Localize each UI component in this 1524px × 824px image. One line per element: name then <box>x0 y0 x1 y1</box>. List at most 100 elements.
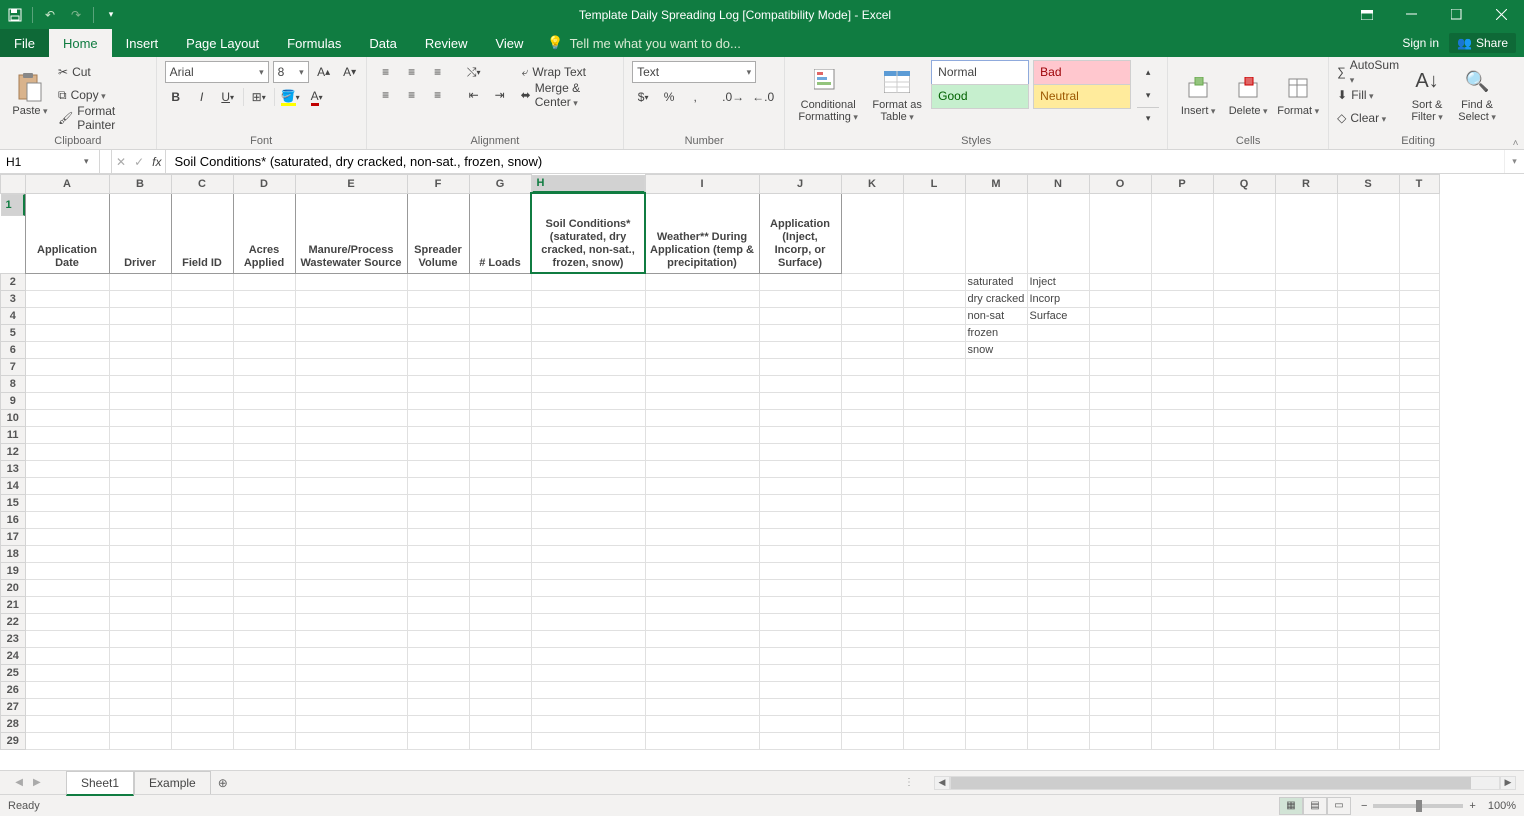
cell-E26[interactable] <box>295 681 407 698</box>
cell-T25[interactable] <box>1399 664 1439 681</box>
cell-I27[interactable] <box>645 698 759 715</box>
cell-F25[interactable] <box>407 664 469 681</box>
save-button[interactable] <box>4 4 26 26</box>
undo-button[interactable]: ↶ <box>39 4 61 26</box>
cell-E8[interactable] <box>295 375 407 392</box>
cell-I16[interactable] <box>645 511 759 528</box>
cell-D12[interactable] <box>233 443 295 460</box>
cell-H18[interactable] <box>531 545 645 562</box>
cell-G6[interactable] <box>469 341 531 358</box>
cell-D9[interactable] <box>233 392 295 409</box>
cell-B14[interactable] <box>109 477 171 494</box>
cell-M17[interactable] <box>965 528 1027 545</box>
cell-A23[interactable] <box>25 630 109 647</box>
format-cells-button[interactable]: Format <box>1276 61 1320 127</box>
cell-E11[interactable] <box>295 426 407 443</box>
cell-D5[interactable] <box>233 324 295 341</box>
cell-G23[interactable] <box>469 630 531 647</box>
cell-D19[interactable] <box>233 562 295 579</box>
cell-A8[interactable] <box>25 375 109 392</box>
view-normal-button[interactable]: ▦ <box>1279 797 1303 815</box>
cell-J10[interactable] <box>759 409 841 426</box>
insert-function-button[interactable]: fx <box>152 155 161 169</box>
cell-N29[interactable] <box>1027 732 1089 749</box>
orientation-button[interactable]: ⤭▾ <box>463 61 485 83</box>
cell-I3[interactable] <box>645 290 759 307</box>
cell-S6[interactable] <box>1337 341 1399 358</box>
cell-Q9[interactable] <box>1213 392 1275 409</box>
cell-P10[interactable] <box>1151 409 1213 426</box>
cell-C8[interactable] <box>171 375 233 392</box>
cell-R26[interactable] <box>1275 681 1337 698</box>
cell-C23[interactable] <box>171 630 233 647</box>
merge-center-button[interactable]: ⬌Merge & Center <box>517 84 615 106</box>
borders-button[interactable]: ⊞▾ <box>248 86 270 108</box>
cell-S26[interactable] <box>1337 681 1399 698</box>
cell-I29[interactable] <box>645 732 759 749</box>
close-button[interactable] <box>1479 0 1524 29</box>
cell-T10[interactable] <box>1399 409 1439 426</box>
cell-J7[interactable] <box>759 358 841 375</box>
fill-button[interactable]: ⬇Fill <box>1337 84 1399 106</box>
cell-style-good[interactable]: Good <box>931 84 1029 109</box>
col-header-B[interactable]: B <box>109 175 171 194</box>
cell-I20[interactable] <box>645 579 759 596</box>
cell-A22[interactable] <box>25 613 109 630</box>
cell-E20[interactable] <box>295 579 407 596</box>
row-header-11[interactable]: 11 <box>1 426 26 443</box>
cell-M19[interactable] <box>965 562 1027 579</box>
cell-P2[interactable] <box>1151 273 1213 290</box>
cell-O26[interactable] <box>1089 681 1151 698</box>
cell-E18[interactable] <box>295 545 407 562</box>
name-box-dropdown[interactable]: ▾ <box>80 156 93 167</box>
cell-O12[interactable] <box>1089 443 1151 460</box>
cell-G18[interactable] <box>469 545 531 562</box>
cell-P3[interactable] <box>1151 290 1213 307</box>
cell-C16[interactable] <box>171 511 233 528</box>
cell-P29[interactable] <box>1151 732 1213 749</box>
cell-B28[interactable] <box>109 715 171 732</box>
cell-A27[interactable] <box>25 698 109 715</box>
cell-I25[interactable] <box>645 664 759 681</box>
cell-B3[interactable] <box>109 290 171 307</box>
cell-R20[interactable] <box>1275 579 1337 596</box>
cell-N1[interactable] <box>1027 193 1089 273</box>
col-header-A[interactable]: A <box>25 175 109 194</box>
cell-Q17[interactable] <box>1213 528 1275 545</box>
cell-S11[interactable] <box>1337 426 1399 443</box>
col-header-E[interactable]: E <box>295 175 407 194</box>
cell-M25[interactable] <box>965 664 1027 681</box>
cell-G24[interactable] <box>469 647 531 664</box>
cell-O2[interactable] <box>1089 273 1151 290</box>
cell-O10[interactable] <box>1089 409 1151 426</box>
sort-filter-button[interactable]: A↓Sort & Filter <box>1405 61 1449 127</box>
cell-B15[interactable] <box>109 494 171 511</box>
cell-N25[interactable] <box>1027 664 1089 681</box>
cell-T7[interactable] <box>1399 358 1439 375</box>
cell-S22[interactable] <box>1337 613 1399 630</box>
col-header-I[interactable]: I <box>645 175 759 194</box>
cell-H17[interactable] <box>531 528 645 545</box>
cell-M18[interactable] <box>965 545 1027 562</box>
cell-O3[interactable] <box>1089 290 1151 307</box>
cell-O24[interactable] <box>1089 647 1151 664</box>
col-header-L[interactable]: L <box>903 175 965 194</box>
cell-E9[interactable] <box>295 392 407 409</box>
hscroll-thumb[interactable] <box>951 777 1471 789</box>
cell-O15[interactable] <box>1089 494 1151 511</box>
cell-F29[interactable] <box>407 732 469 749</box>
cell-M27[interactable] <box>965 698 1027 715</box>
row-header-23[interactable]: 23 <box>1 630 26 647</box>
cell-S15[interactable] <box>1337 494 1399 511</box>
cell-R6[interactable] <box>1275 341 1337 358</box>
styles-gallery-down[interactable]: ▾ <box>1137 84 1159 106</box>
cell-S10[interactable] <box>1337 409 1399 426</box>
cell-M2[interactable]: saturated <box>965 273 1027 290</box>
cell-G19[interactable] <box>469 562 531 579</box>
cell-Q14[interactable] <box>1213 477 1275 494</box>
cell-G10[interactable] <box>469 409 531 426</box>
cell-J22[interactable] <box>759 613 841 630</box>
cell-J4[interactable] <box>759 307 841 324</box>
cell-F28[interactable] <box>407 715 469 732</box>
cell-N8[interactable] <box>1027 375 1089 392</box>
